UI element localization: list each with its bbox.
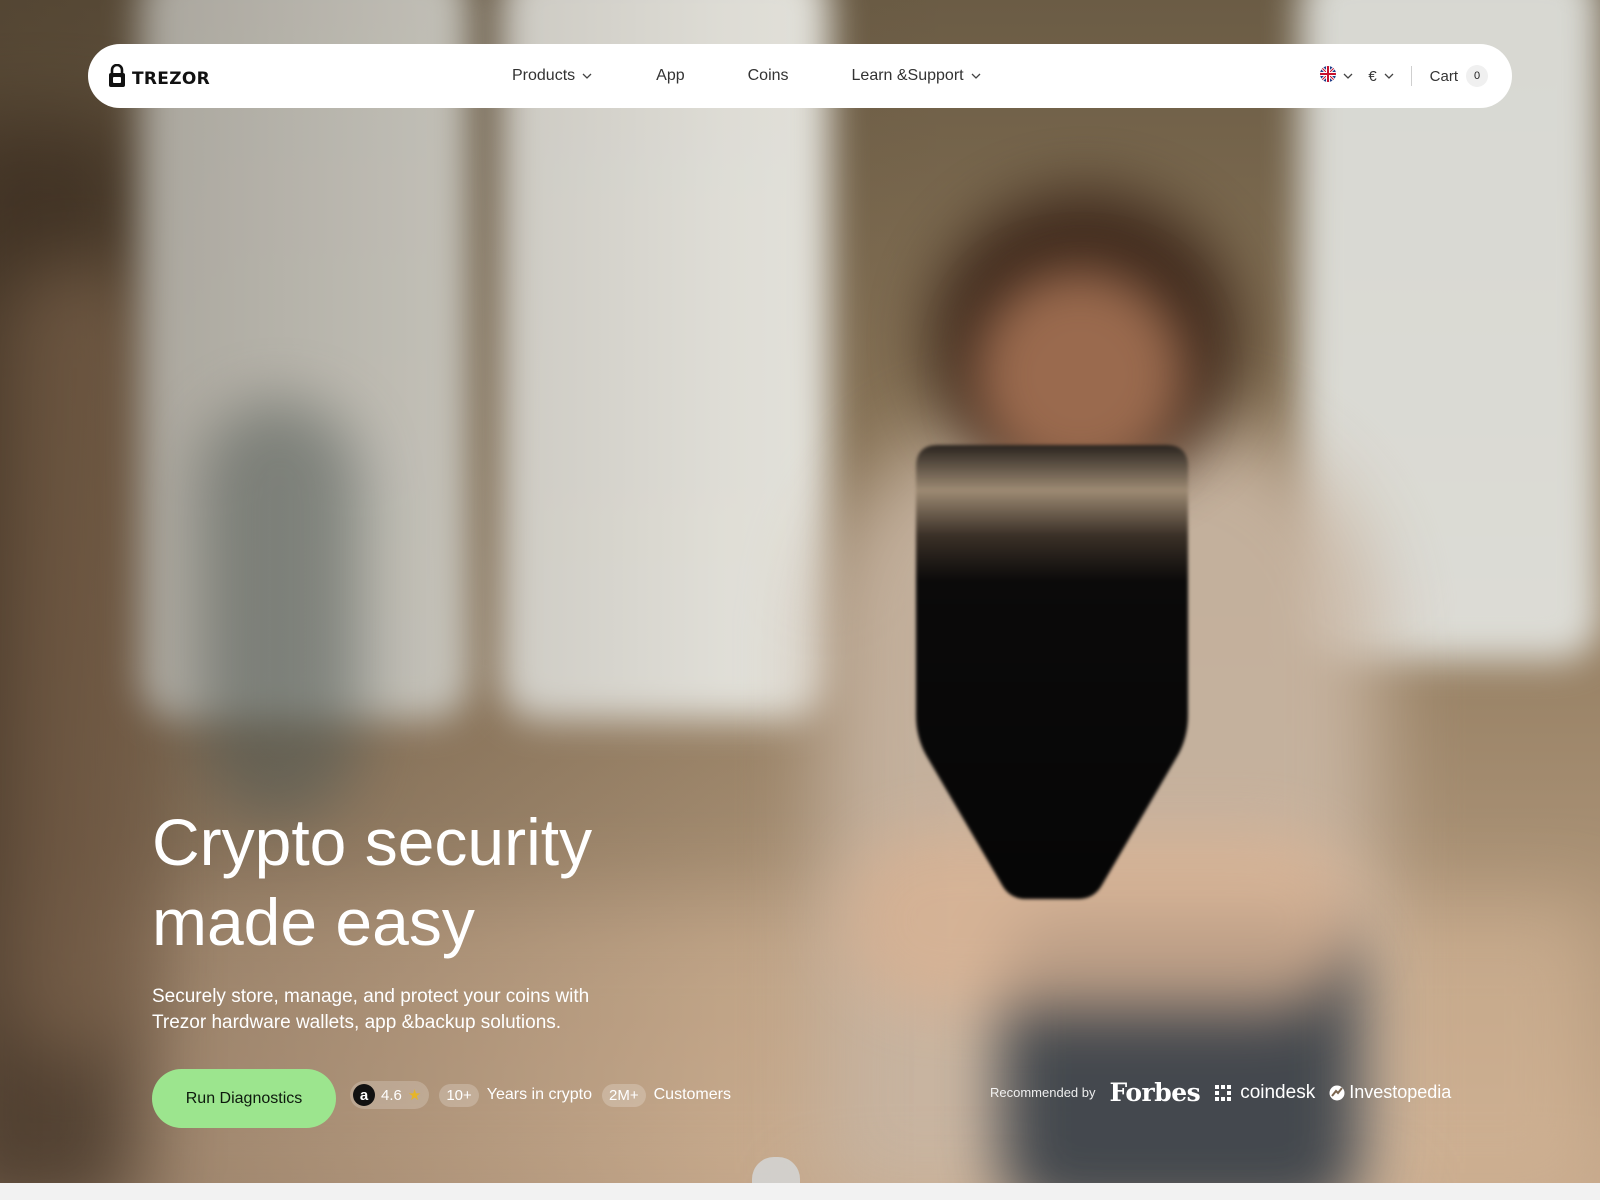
- menu-products-label: Products: [512, 67, 576, 84]
- stat-customers: 2M+ Customers: [602, 1083, 731, 1107]
- nav-divider: [1410, 66, 1412, 86]
- menu-products[interactable]: Products: [512, 67, 593, 85]
- investopedia-wordmark: Investopedia: [1349, 1082, 1452, 1102]
- amazon-rating: a 4.6 ★: [350, 1081, 430, 1109]
- uk-flag-icon: [1320, 66, 1337, 86]
- stat-customers-label: Customers: [653, 1086, 731, 1103]
- amazon-icon: a: [353, 1084, 375, 1106]
- chevron-down-icon: [1343, 73, 1353, 79]
- coindesk-logo: coindesk: [1214, 1082, 1315, 1104]
- investopedia-icon: [1329, 1085, 1345, 1100]
- language-selector[interactable]: [1320, 66, 1354, 86]
- investopedia-logo: Investopedia: [1329, 1082, 1451, 1103]
- hero-subline-line1: Securely store, manage, and protect your…: [152, 986, 590, 1007]
- stat-years: 10+ Years in crypto: [439, 1083, 593, 1107]
- cart-count-badge: 0: [1466, 65, 1488, 87]
- star-icon: ★: [407, 1087, 422, 1104]
- chevron-down-icon: [582, 73, 592, 79]
- menu-app-label: App: [656, 67, 685, 84]
- recommended-label: Recommended by: [990, 1085, 1096, 1100]
- stat-customers-number: 2M+: [602, 1083, 646, 1107]
- coindesk-icon: [1215, 1084, 1232, 1101]
- main-menu: Products App Coins Learn &Support: [512, 44, 982, 108]
- hero-headline-line2: made easy: [152, 885, 475, 959]
- menu-coins[interactable]: Coins: [748, 67, 789, 85]
- run-diagnostics-button[interactable]: Run Diagnostics: [152, 1069, 336, 1128]
- page-bottom-strip: [0, 1183, 1600, 1200]
- hero-subline-line2: Trezor hardware wallets, app &backup sol…: [152, 1012, 562, 1033]
- trust-stats: a 4.6 ★ 10+ Years in crypto 2M+ Customer…: [350, 1081, 731, 1109]
- recommended-by: Recommended by Forbes coindesk Investope…: [990, 1078, 1451, 1107]
- hardware-wallet-device: [916, 445, 1190, 901]
- rating-value: 4.6: [381, 1086, 402, 1104]
- menu-learn-support[interactable]: Learn &Support: [852, 67, 982, 85]
- menu-app[interactable]: App: [656, 67, 684, 85]
- nav-tools: € Cart 0: [1320, 44, 1488, 108]
- currency-symbol: €: [1368, 67, 1377, 85]
- hero-headline: Crypto security made easy: [152, 802, 852, 962]
- forbes-logo: Forbes: [1109, 1078, 1201, 1107]
- cart-button[interactable]: Cart 0: [1430, 65, 1488, 87]
- currency-selector[interactable]: €: [1368, 68, 1394, 85]
- lock-icon: [108, 63, 126, 93]
- chevron-down-icon: [1384, 73, 1394, 79]
- top-nav-bar: TREZOR Products App Coins Learn &Support: [88, 44, 1512, 108]
- brand-name: TREZOR: [132, 68, 210, 89]
- menu-learn-support-label: Learn &Support: [851, 67, 964, 84]
- stat-years-label: Years in crypto: [486, 1086, 593, 1103]
- cart-label: Cart: [1429, 67, 1458, 85]
- coindesk-wordmark: coindesk: [1240, 1081, 1316, 1103]
- hero-subline: Securely store, manage, and protect your…: [152, 984, 632, 1036]
- hero-headline-line1: Crypto security: [152, 805, 593, 879]
- trezor-logo[interactable]: TREZOR: [108, 63, 210, 93]
- stat-years-number: 10+: [439, 1083, 479, 1107]
- chevron-down-icon: [971, 73, 981, 79]
- menu-coins-label: Coins: [747, 67, 789, 84]
